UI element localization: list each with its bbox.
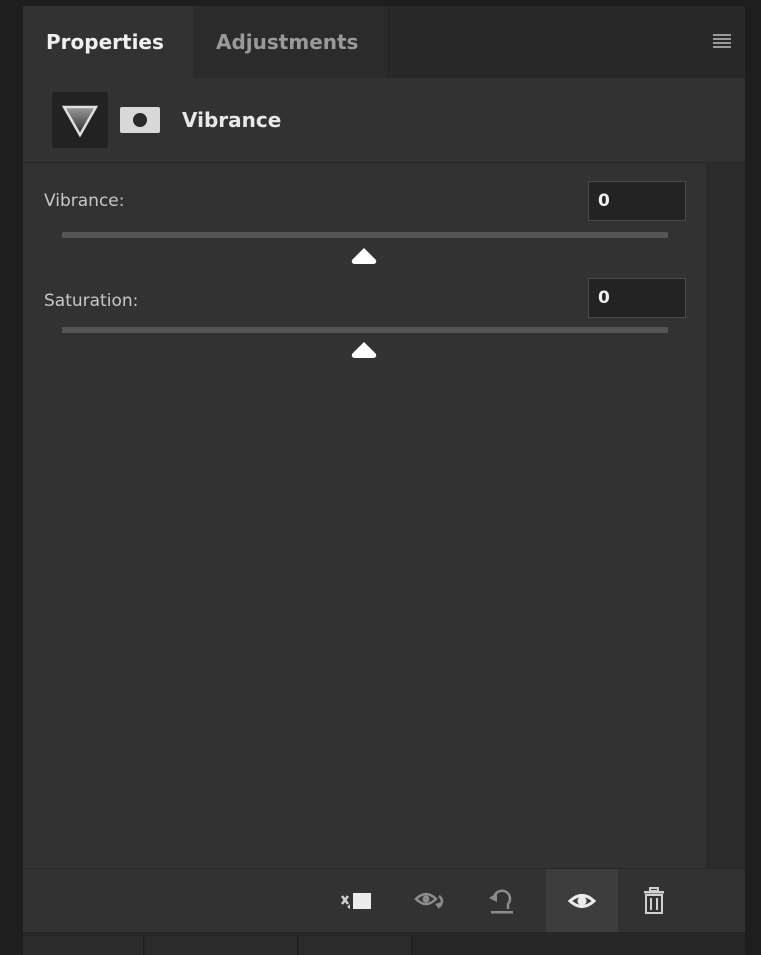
panel-menu-icon[interactable] xyxy=(713,34,731,48)
adjacent-panel-strip xyxy=(23,932,745,955)
tab-bar: Properties Adjustments xyxy=(23,6,745,78)
panel-footer xyxy=(23,868,745,933)
adjustment-controls: Vibrance: 0 Saturation: 0 xyxy=(23,163,706,868)
delete-icon[interactable] xyxy=(618,869,690,933)
saturation-label: Saturation: xyxy=(44,291,139,311)
adjustment-title: Vibrance xyxy=(182,108,282,132)
saturation-value-field[interactable]: 0 xyxy=(588,278,686,318)
adjacent-tab[interactable] xyxy=(299,936,412,955)
saturation-slider-thumb[interactable] xyxy=(350,340,378,360)
view-previous-state-icon[interactable] xyxy=(395,869,467,933)
tab-properties[interactable]: Properties xyxy=(23,6,193,78)
vibrance-slider-thumb[interactable] xyxy=(350,246,378,266)
tab-adjustments[interactable]: Adjustments xyxy=(193,6,389,78)
adjacent-tab[interactable] xyxy=(23,936,144,955)
vertical-scrollbar[interactable] xyxy=(706,163,745,868)
clip-to-layer-icon[interactable] xyxy=(323,869,395,933)
vibrance-value-field[interactable]: 0 xyxy=(588,181,686,221)
saturation-slider-track[interactable] xyxy=(62,327,668,333)
vibrance-triangle-icon[interactable] xyxy=(52,92,108,148)
vibrance-label: Vibrance: xyxy=(44,191,125,211)
adjustment-header: Vibrance xyxy=(23,78,745,163)
toggle-visibility-icon[interactable] xyxy=(546,869,618,933)
reset-icon[interactable] xyxy=(467,869,539,933)
layer-mask-icon[interactable] xyxy=(120,107,160,133)
properties-panel: Properties Adjustments Vibrance Vibrance… xyxy=(0,0,761,955)
adjacent-tab[interactable] xyxy=(145,936,298,955)
vibrance-slider-track[interactable] xyxy=(62,232,668,238)
